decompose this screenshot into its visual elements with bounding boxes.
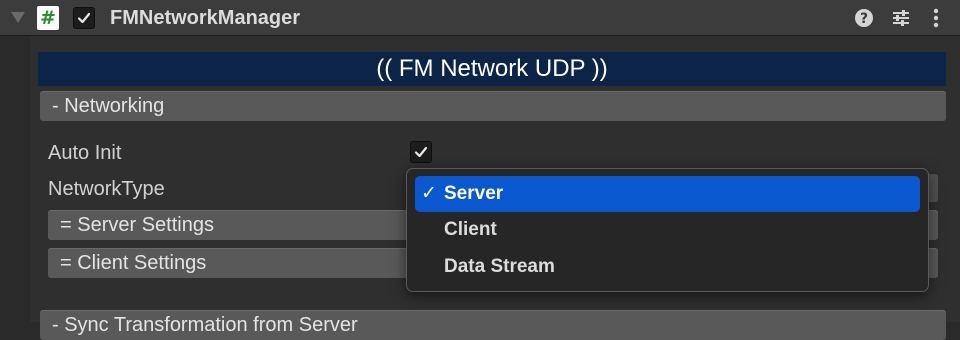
auto-init-label: Auto Init [48, 142, 122, 164]
menu-item-label: Client [444, 219, 497, 240]
hash-script-icon: # [37, 6, 59, 30]
sliders-icon[interactable] [891, 8, 911, 28]
menu-item-client[interactable]: Client [415, 212, 920, 248]
sync-transformation-foldout[interactable]: - Sync Transformation from Server [40, 310, 946, 340]
selected-check-icon: ✓ [421, 183, 437, 204]
fold-triangle-icon[interactable] [11, 12, 25, 23]
kebab-menu-icon[interactable] [929, 8, 943, 28]
svg-text:?: ? [860, 11, 868, 27]
component-enabled-checkbox[interactable] [73, 7, 95, 29]
checkmark-icon [77, 12, 91, 24]
network-type-label: NetworkType [48, 178, 165, 200]
checkmark-icon [414, 146, 428, 158]
menu-item-label: Data Stream [444, 256, 555, 277]
auto-init-checkbox[interactable] [410, 141, 432, 163]
menu-item-data-stream[interactable]: Data Stream [415, 249, 920, 285]
network-type-menu: ✓ Server Client Data Stream [406, 168, 929, 292]
component-banner: (( FM Network UDP )) [38, 52, 946, 86]
menu-item-server[interactable]: ✓ Server [415, 176, 920, 212]
help-icon[interactable]: ? [854, 8, 874, 28]
component-title: FMNetworkManager [110, 7, 301, 29]
networking-foldout[interactable]: - Networking [40, 91, 946, 121]
menu-item-label: Server [444, 183, 504, 204]
